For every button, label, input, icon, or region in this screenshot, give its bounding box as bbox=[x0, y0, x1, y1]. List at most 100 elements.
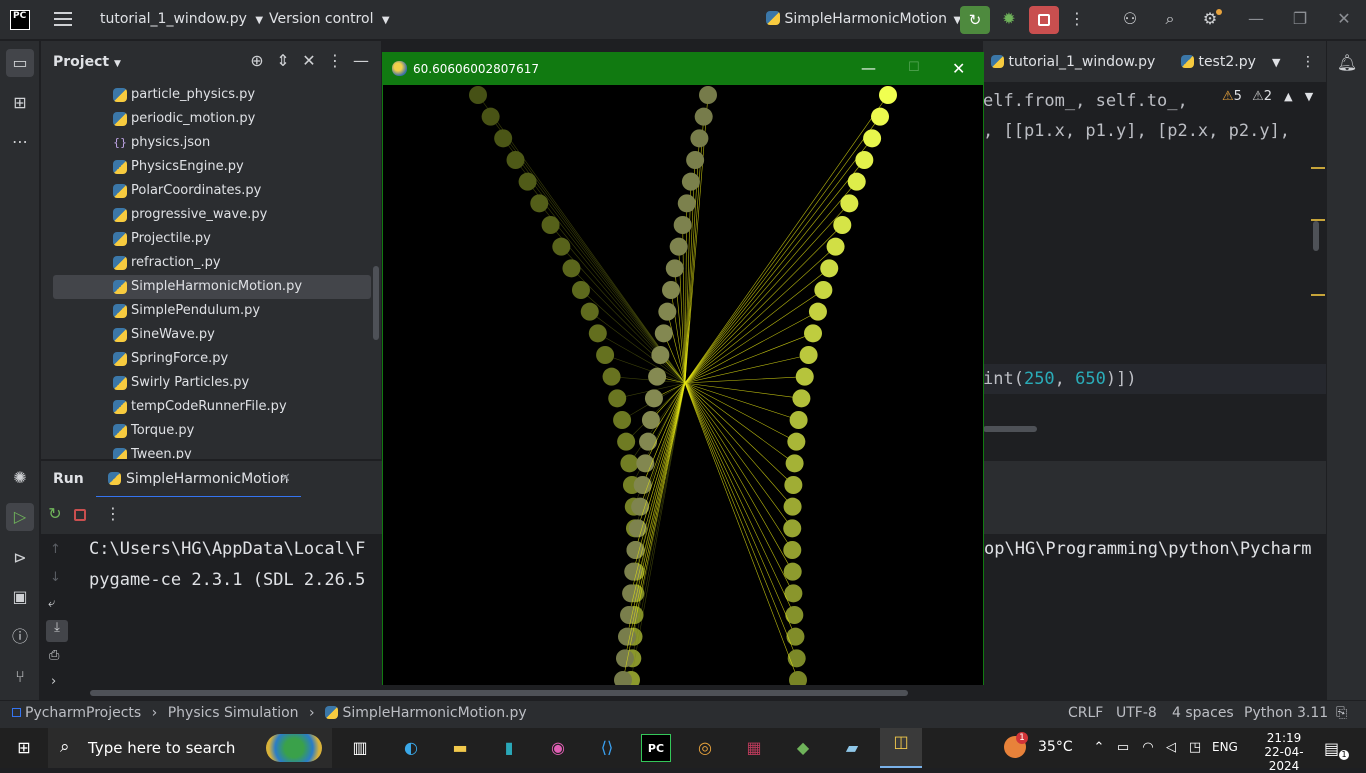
locate-file-icon[interactable]: ⊕ bbox=[245, 51, 269, 70]
language-indicator[interactable]: ENG bbox=[1212, 740, 1238, 754]
maximize-icon[interactable]: ☐ bbox=[908, 60, 920, 75]
main-menu-icon[interactable] bbox=[54, 12, 72, 26]
expand-icon[interactable]: › bbox=[51, 674, 56, 689]
scroll-to-end-icon[interactable]: ⤓ bbox=[46, 620, 68, 642]
run-tab[interactable]: SimpleHarmonicMotion ✕ bbox=[96, 461, 301, 498]
chevron-up-icon[interactable]: ▲ bbox=[1284, 90, 1292, 103]
file-tree-item[interactable]: Torque.py bbox=[53, 419, 371, 443]
rerun-icon[interactable]: ↻ bbox=[43, 504, 67, 523]
chevron-down-icon[interactable]: ▼ bbox=[1305, 90, 1313, 103]
problems-icon[interactable]: ⓘ bbox=[6, 623, 34, 651]
tabs-dropdown-icon[interactable]: ▼ bbox=[1272, 56, 1280, 69]
pycharm-taskbar-icon[interactable]: PC bbox=[641, 734, 671, 762]
tab-test2[interactable]: test2.py bbox=[1181, 54, 1256, 70]
chrome-icon[interactable]: ◎ bbox=[690, 734, 720, 762]
file-tree-item[interactable]: PhysicsEngine.py bbox=[53, 155, 371, 179]
temperature-label[interactable]: 35°C bbox=[1038, 739, 1073, 755]
file-tree-item[interactable]: SimplePendulum.py bbox=[53, 299, 371, 323]
pygame-window[interactable]: 60.60606002807617 — ☐ ✕ bbox=[382, 52, 984, 689]
scroll-down-icon[interactable]: ↓ bbox=[50, 570, 61, 585]
file-tree-item[interactable]: refraction_.py bbox=[53, 251, 371, 275]
file-tree-item[interactable]: SimpleHarmonicMotion.py bbox=[53, 275, 371, 299]
edge-browser-icon[interactable]: ◐ bbox=[396, 734, 426, 762]
tab-tutorial-1-window[interactable]: tutorial_1_window.py bbox=[991, 54, 1155, 70]
services-icon[interactable]: ⊳ bbox=[6, 544, 34, 572]
print-icon[interactable]: ⎙ bbox=[49, 648, 59, 663]
file-tree-item[interactable]: progressive_wave.py bbox=[53, 203, 371, 227]
encoding-indicator[interactable]: UTF-8 bbox=[1116, 705, 1157, 721]
simulation-canvas[interactable] bbox=[383, 85, 983, 689]
file-tree-item[interactable]: tempCodeRunnerFile.py bbox=[53, 395, 371, 419]
debug-bug-icon[interactable]: ✹ bbox=[997, 9, 1021, 28]
app-icon[interactable]: ◉ bbox=[543, 734, 573, 762]
taskbar-search-box[interactable]: ⌕ Type here to search bbox=[48, 728, 332, 768]
rerun-button[interactable]: ↻ bbox=[960, 6, 990, 34]
file-tree-item[interactable]: SpringForce.py bbox=[53, 347, 371, 371]
camera-icon[interactable]: ◳ bbox=[1180, 734, 1210, 762]
run-tool-icon[interactable]: ▷ bbox=[6, 503, 34, 531]
project-folder-icon[interactable]: ▭ bbox=[6, 49, 34, 77]
file-tree-item[interactable]: Projectile.py bbox=[53, 227, 371, 251]
inspection-widget[interactable]: ⚠5 ⚠2 ▲ ▼ bbox=[1222, 89, 1313, 104]
file-tree-item[interactable]: PolarCoordinates.py bbox=[53, 179, 371, 203]
stop-icon[interactable] bbox=[74, 509, 86, 521]
winrar-icon[interactable]: ▦ bbox=[739, 734, 769, 762]
windows-start-icon[interactable]: ⊞ bbox=[9, 734, 39, 762]
breadcrumb-item[interactable]: SimpleHarmonicMotion.py bbox=[343, 705, 527, 721]
line-ending-indicator[interactable]: CRLF bbox=[1068, 705, 1103, 721]
minimize-icon[interactable]: — bbox=[861, 59, 876, 77]
file-tree-item[interactable]: Swirly Particles.py bbox=[53, 371, 371, 395]
hide-panel-icon[interactable]: — bbox=[349, 51, 373, 70]
warning-marker[interactable] bbox=[1311, 219, 1325, 221]
interpreter-indicator[interactable]: Python 3.11 bbox=[1244, 705, 1328, 721]
close-icon[interactable]: ✕ bbox=[952, 59, 965, 78]
project-file-selector[interactable]: tutorial_1_window.py ▼ bbox=[100, 11, 263, 27]
project-scrollbar[interactable] bbox=[373, 266, 379, 340]
soft-wrap-icon[interactable]: ⤶ bbox=[48, 596, 55, 611]
file-tree-item[interactable]: {} physics.json bbox=[53, 131, 371, 155]
breadcrumb-item[interactable]: Physics Simulation bbox=[168, 705, 299, 721]
scroll-up-icon[interactable]: ↑ bbox=[50, 542, 61, 557]
minimize-window-icon[interactable]: — bbox=[1244, 9, 1268, 28]
clock[interactable]: 21:19 22-04-2024 bbox=[1256, 731, 1312, 773]
file-tree-item[interactable]: SineWave.py bbox=[53, 323, 371, 347]
breadcrumb-item[interactable]: PycharmProjects bbox=[25, 705, 141, 721]
weather-icon[interactable]: 1 bbox=[1004, 732, 1028, 758]
debug-icon[interactable]: ✺ bbox=[6, 464, 34, 492]
version-control-menu[interactable]: Version control ▼ bbox=[269, 11, 390, 27]
search-icon[interactable]: ⌕ bbox=[1158, 9, 1182, 29]
tabs-more-icon[interactable]: ⋮ bbox=[1301, 54, 1315, 70]
add-user-icon[interactable]: ⚇ bbox=[1118, 9, 1142, 28]
more-tools-icon[interactable]: ⋯ bbox=[6, 128, 34, 156]
run-more-icon[interactable]: ⋮ bbox=[101, 504, 125, 523]
expand-collapse-icon[interactable]: ⇕ bbox=[271, 51, 295, 70]
structure-icon[interactable]: ⊞ bbox=[6, 89, 34, 117]
close-tab-icon[interactable]: ✕ bbox=[280, 471, 291, 486]
file-explorer-icon[interactable]: ▬ bbox=[445, 734, 475, 762]
notifications-bell-icon[interactable]: 🔔︎ bbox=[1333, 49, 1361, 77]
console-horizontal-scrollbar[interactable] bbox=[90, 690, 908, 696]
pygame-title-bar[interactable]: 60.60606002807617 — ☐ ✕ bbox=[383, 53, 983, 85]
task-view-icon[interactable]: ▥ bbox=[345, 734, 375, 762]
git-branch-icon[interactable]: ⑂ bbox=[6, 663, 34, 691]
warning-marker[interactable] bbox=[1311, 294, 1325, 296]
vscode-icon[interactable]: ⟨⟩ bbox=[592, 734, 622, 762]
python-pygame-taskbar-icon[interactable]: ◫ bbox=[880, 728, 922, 768]
app-icon[interactable]: ▮ bbox=[494, 734, 524, 762]
maximize-window-icon[interactable]: ❐ bbox=[1288, 9, 1312, 28]
file-tree-item[interactable]: particle_physics.py bbox=[53, 83, 371, 107]
options-icon[interactable]: ⋮ bbox=[323, 51, 347, 70]
editor-vertical-scrollbar[interactable] bbox=[1313, 221, 1319, 251]
file-tree-item[interactable]: Tween.py bbox=[53, 443, 371, 459]
notification-center-icon[interactable]: ▤ bbox=[1324, 739, 1339, 758]
indent-indicator[interactable]: 4 spaces bbox=[1172, 705, 1234, 721]
file-tree-item[interactable]: periodic_motion.py bbox=[53, 107, 371, 131]
warning-marker[interactable] bbox=[1311, 167, 1325, 169]
more-actions-icon[interactable]: ⋮ bbox=[1065, 9, 1089, 28]
terminal-icon[interactable]: ▣ bbox=[6, 583, 34, 611]
close-window-icon[interactable]: ✕ bbox=[1332, 9, 1356, 28]
editor-horizontal-scrollbar[interactable] bbox=[983, 426, 1037, 432]
project-panel-title[interactable]: Project ▼ bbox=[53, 54, 121, 70]
stop-button[interactable] bbox=[1029, 6, 1059, 34]
lock-icon[interactable]: ⎘ bbox=[1336, 705, 1347, 721]
